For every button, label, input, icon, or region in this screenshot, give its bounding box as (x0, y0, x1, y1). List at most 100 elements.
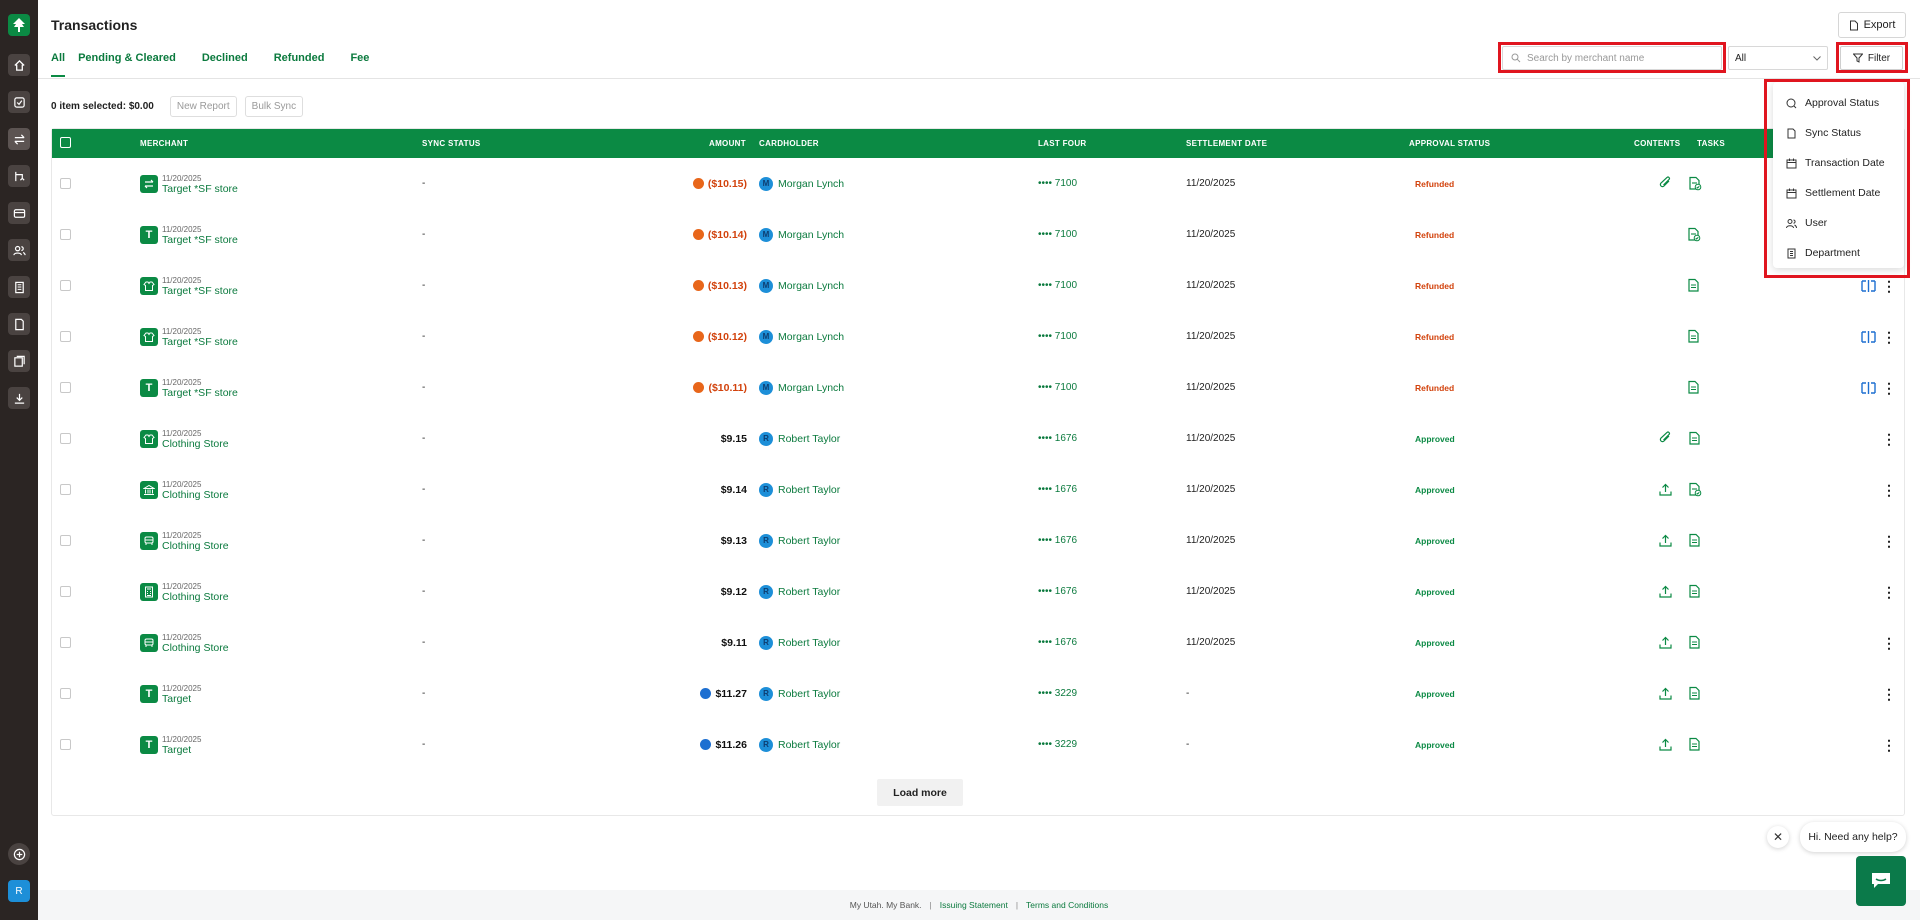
cardholder-name[interactable]: Robert Taylor (778, 637, 840, 649)
table-row[interactable]: 11/20/2025 Target *SF store - ($10.15) M… (52, 158, 1904, 209)
table-row[interactable]: 11/20/2025 Clothing Store - $9.11 R Robe… (52, 617, 1904, 668)
kebab-icon[interactable]: ⋮ (1882, 585, 1896, 599)
row-checkbox[interactable] (60, 637, 71, 648)
split-icon[interactable] (1860, 380, 1876, 396)
kebab-icon[interactable]: ⋮ (1882, 483, 1896, 497)
kebab-icon[interactable]: ⋮ (1882, 687, 1896, 701)
kebab-icon[interactable]: ⋮ (1882, 279, 1896, 293)
select-all-checkbox[interactable] (60, 137, 71, 148)
home-icon[interactable] (8, 54, 30, 76)
col-cardholder[interactable]: CARDHOLDER (759, 139, 819, 148)
table-row[interactable]: 11/20/2025 Target *SF store - ($10.12) M… (52, 311, 1904, 362)
receipt-icon[interactable] (1686, 584, 1702, 600)
merchant-name[interactable]: Target *SF store (162, 234, 238, 246)
filter-option-approval-status[interactable]: Approval Status (1773, 88, 1904, 118)
col-approval-status[interactable]: APPROVAL STATUS (1409, 139, 1490, 148)
cardholder-name[interactable]: Robert Taylor (778, 586, 840, 598)
row-checkbox[interactable] (60, 535, 71, 546)
merchant-name[interactable]: Target *SF store (162, 285, 238, 297)
upload-icon[interactable] (1657, 635, 1673, 651)
chat-greeting[interactable]: Hi. Need any help? (1800, 822, 1906, 852)
chat-launcher[interactable] (1856, 856, 1906, 906)
approvals-icon[interactable] (8, 91, 30, 113)
merchant-name[interactable]: Clothing Store (162, 642, 229, 654)
filter-option-department[interactable]: Department (1773, 238, 1904, 268)
col-last-four[interactable]: LAST FOUR (1038, 139, 1086, 148)
tab-refunded[interactable]: Refunded (274, 52, 338, 77)
bulk-sync-button[interactable]: Bulk Sync (244, 96, 304, 117)
merchant-name[interactable]: Clothing Store (162, 489, 229, 501)
kebab-icon[interactable]: ⋮ (1882, 738, 1896, 752)
tab-declined[interactable]: Declined (202, 52, 261, 77)
row-checkbox[interactable] (60, 433, 71, 444)
statements-icon[interactable] (8, 350, 30, 372)
terms-link[interactable]: Terms and Conditions (1026, 900, 1108, 910)
receipt-icon[interactable] (1686, 737, 1702, 753)
kebab-icon[interactable]: ⋮ (1882, 432, 1896, 446)
document-icon[interactable] (8, 313, 30, 335)
col-sync-status[interactable]: SYNC STATUS (422, 139, 481, 148)
table-row[interactable]: 11/20/2025 Clothing Store - $9.14 R Robe… (52, 464, 1904, 515)
table-row[interactable]: 11/20/2025 Clothing Store - $9.15 R Robe… (52, 413, 1904, 464)
status-select[interactable]: All (1728, 46, 1828, 70)
merchant-name[interactable]: Target (162, 693, 201, 705)
cardholder-name[interactable]: Morgan Lynch (778, 178, 844, 190)
merchant-name[interactable]: Target *SF store (162, 183, 238, 195)
kebab-icon[interactable]: ⋮ (1882, 381, 1896, 395)
receipt-icon[interactable] (1685, 329, 1701, 345)
download-icon[interactable] (8, 387, 30, 409)
row-checkbox[interactable] (60, 280, 71, 291)
merchant-name[interactable]: Target *SF store (162, 336, 238, 348)
load-more-button[interactable]: Load more (877, 779, 963, 806)
receipt-check-icon[interactable] (1686, 482, 1702, 498)
merchant-name[interactable]: Clothing Store (162, 540, 229, 552)
cardholder-name[interactable]: Morgan Lynch (778, 229, 844, 241)
cardholder-name[interactable]: Robert Taylor (778, 484, 840, 496)
table-row[interactable]: 11/20/2025 Target *SF store - ($10.13) M… (52, 260, 1904, 311)
logo[interactable] (8, 14, 30, 36)
cardholder-name[interactable]: Robert Taylor (778, 739, 840, 751)
row-checkbox[interactable] (60, 229, 71, 240)
upload-icon[interactable] (1657, 686, 1673, 702)
receipt-check-icon[interactable] (1686, 176, 1702, 192)
tab-fee[interactable]: Fee (350, 52, 382, 77)
users-icon[interactable] (8, 239, 30, 261)
paperclip-icon[interactable] (1657, 431, 1673, 447)
filter-option-user[interactable]: User (1773, 208, 1904, 238)
row-checkbox[interactable] (60, 484, 71, 495)
col-amount[interactable]: AMOUNT (709, 139, 746, 148)
cards-icon[interactable] (8, 202, 30, 224)
tab-all[interactable]: All (51, 52, 66, 77)
row-checkbox[interactable] (60, 688, 71, 699)
new-report-button[interactable]: New Report (169, 96, 237, 117)
cardholder-name[interactable]: Robert Taylor (778, 433, 840, 445)
row-checkbox[interactable] (60, 739, 71, 750)
receipt-icon[interactable] (1686, 686, 1702, 702)
building-icon[interactable] (8, 276, 30, 298)
kebab-icon[interactable]: ⋮ (1882, 330, 1896, 344)
receipt-icon[interactable] (1686, 533, 1702, 549)
cardholder-name[interactable]: Morgan Lynch (778, 382, 844, 394)
export-button[interactable]: Export (1838, 12, 1906, 38)
receipt-icon[interactable] (1685, 278, 1701, 294)
chat-close-button[interactable]: ✕ (1767, 826, 1789, 848)
upload-icon[interactable] (1657, 737, 1673, 753)
help-icon[interactable] (8, 843, 30, 865)
kebab-icon[interactable]: ⋮ (1882, 534, 1896, 548)
cardholder-name[interactable]: Robert Taylor (778, 688, 840, 700)
row-checkbox[interactable] (60, 382, 71, 393)
table-row[interactable]: 11/20/2025 Clothing Store - $9.12 R Robe… (52, 566, 1904, 617)
tab-pending-cleared[interactable]: Pending & Cleared (78, 52, 189, 77)
workflow-icon[interactable] (8, 165, 30, 187)
user-avatar[interactable]: R (8, 880, 30, 902)
merchant-name[interactable]: Clothing Store (162, 591, 229, 603)
filter-option-sync-status[interactable]: Sync Status (1773, 118, 1904, 148)
kebab-icon[interactable]: ⋮ (1882, 636, 1896, 650)
receipt-check-icon[interactable] (1685, 227, 1701, 243)
issuing-statement-link[interactable]: Issuing Statement (940, 900, 1008, 910)
table-row[interactable]: T 11/20/2025 Target - $11.27 R Robert Ta… (52, 668, 1904, 719)
receipt-icon[interactable] (1686, 635, 1702, 651)
split-icon[interactable] (1860, 278, 1876, 294)
cardholder-name[interactable]: Morgan Lynch (778, 331, 844, 343)
table-row[interactable]: 11/20/2025 Clothing Store - $9.13 R Robe… (52, 515, 1904, 566)
